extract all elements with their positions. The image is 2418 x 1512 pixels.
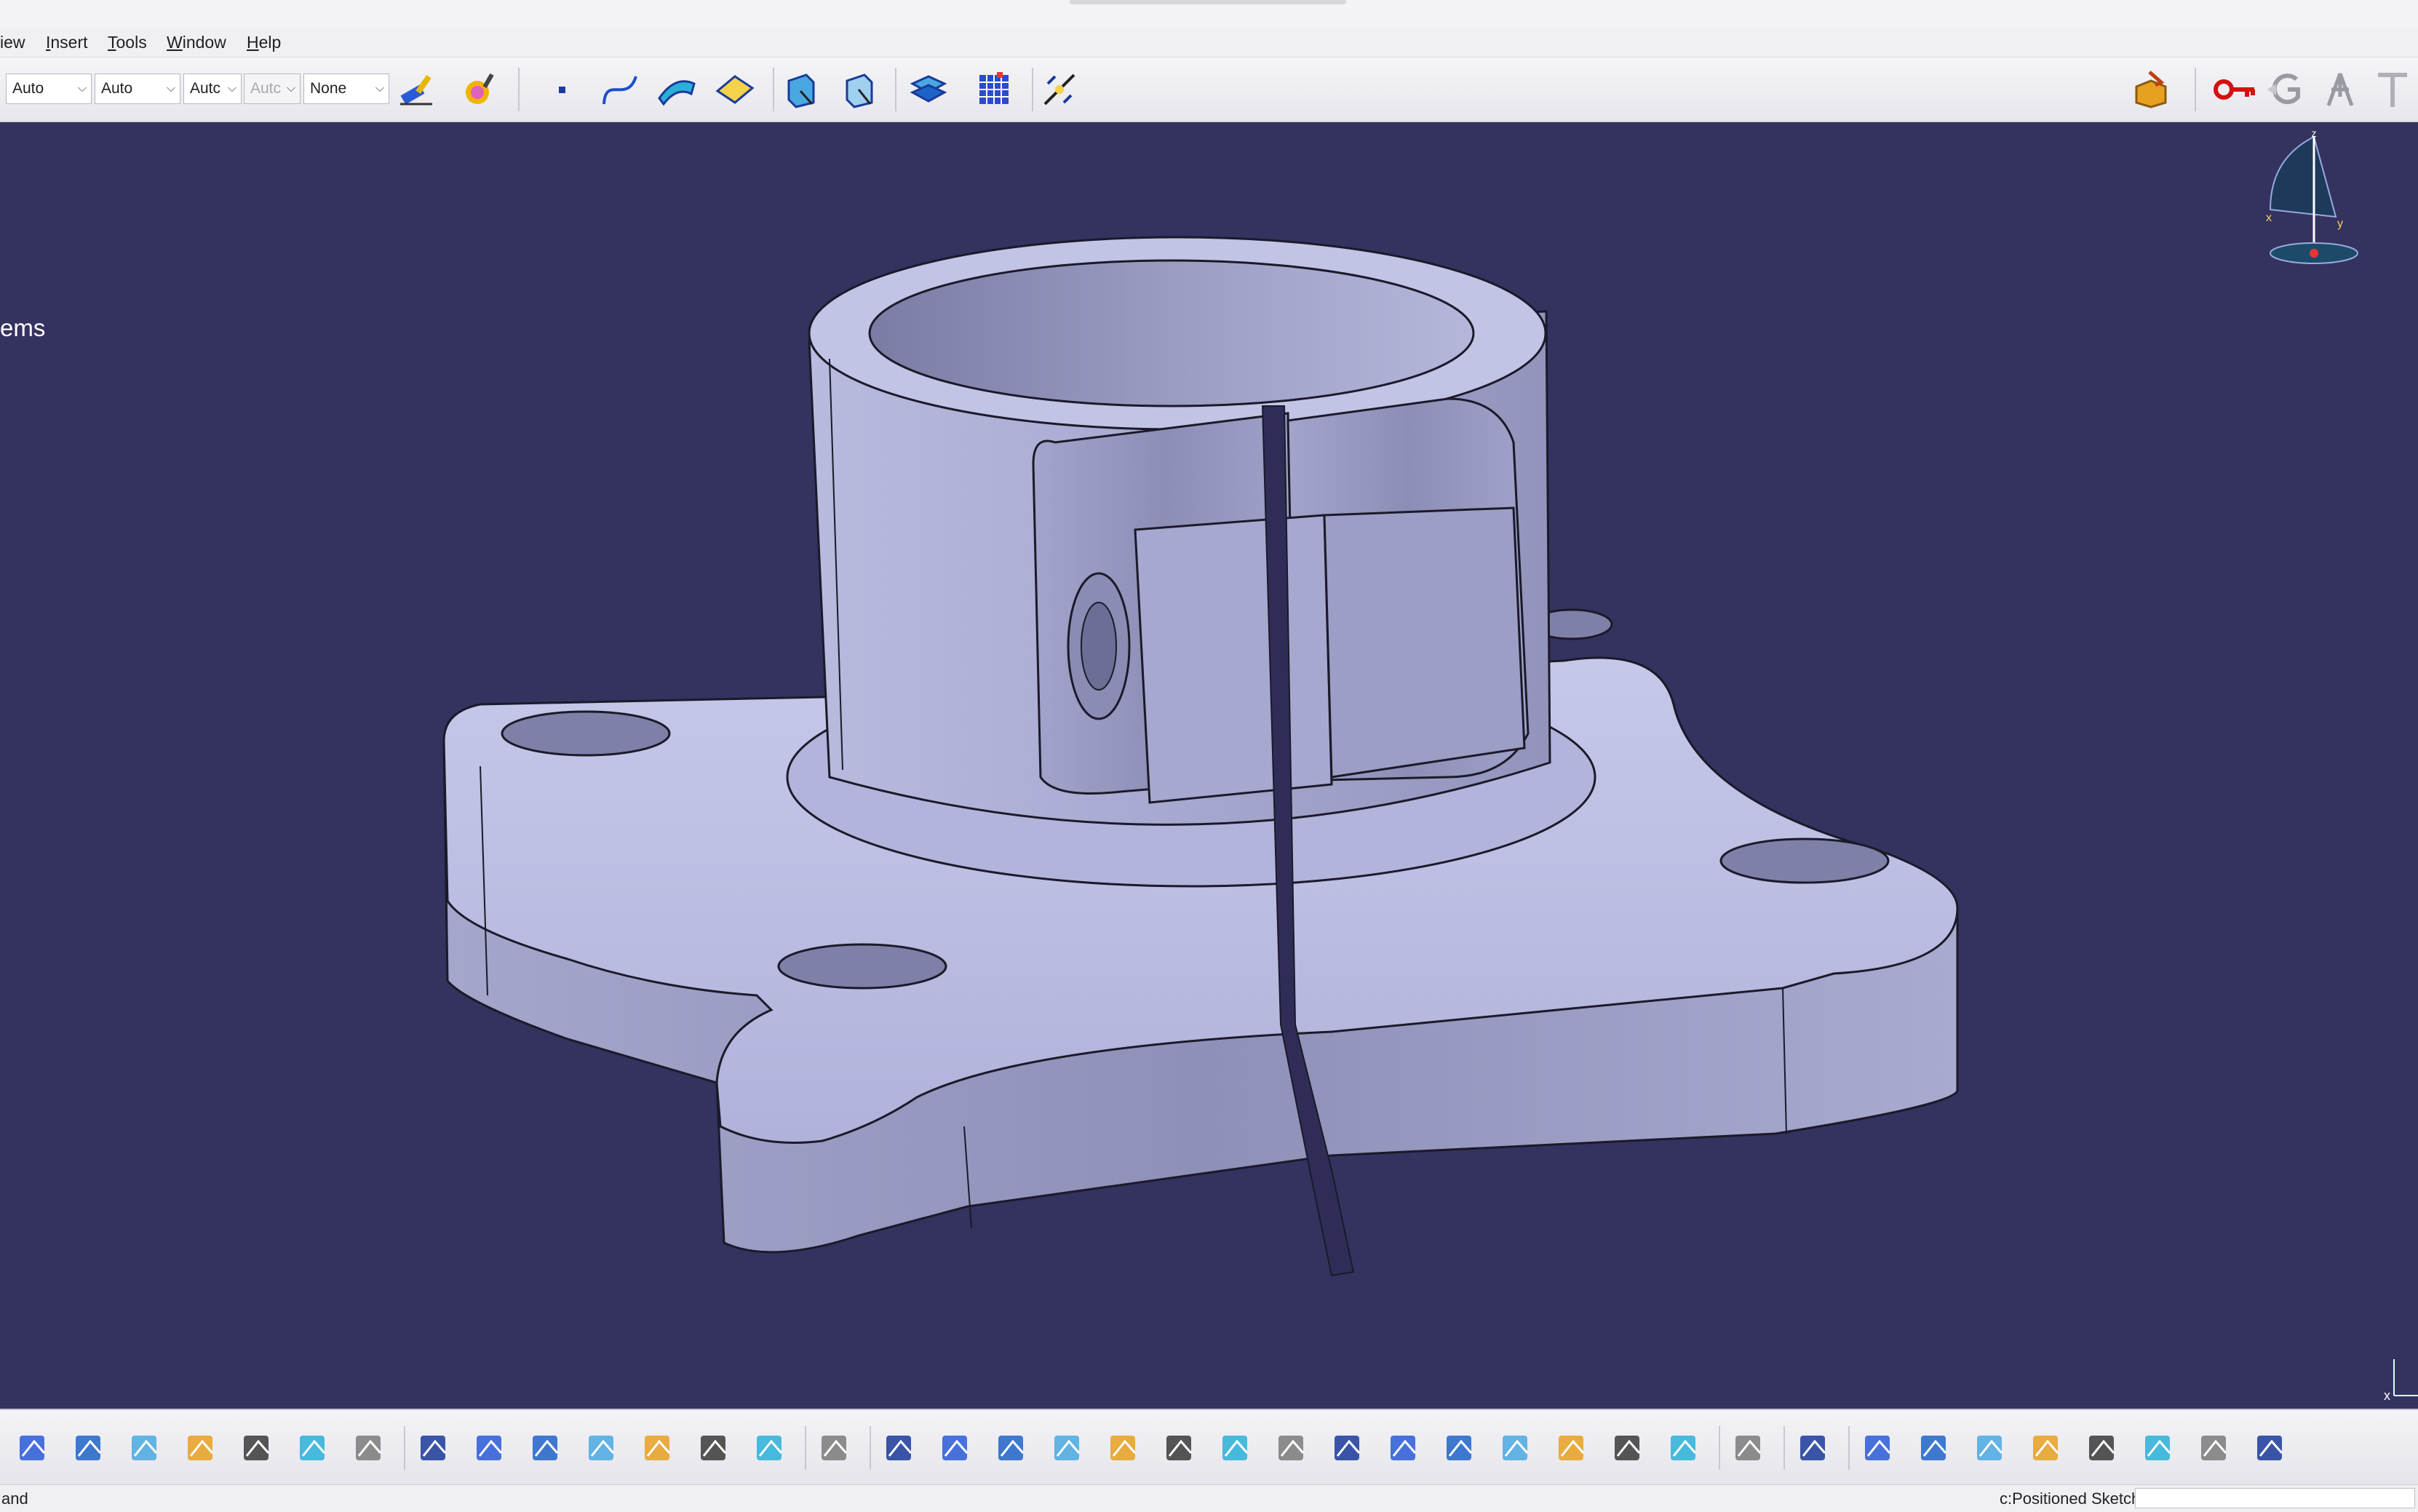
zoom-out-icon[interactable] xyxy=(1101,1425,1148,1471)
weight-icon[interactable] xyxy=(1661,1425,1708,1471)
snap-icon[interactable] xyxy=(1036,66,1083,113)
plane-icon[interactable] xyxy=(712,66,758,113)
lock-icon[interactable] xyxy=(691,1425,738,1471)
axis-system-icon[interactable] xyxy=(1968,1425,2014,1471)
knowledge-icon[interactable] xyxy=(747,1425,794,1471)
menu-bar: iew Insert Tools Window Help xyxy=(0,28,2418,57)
multi-view-icon[interactable] xyxy=(907,66,953,113)
toolbar-separator xyxy=(870,1426,871,1470)
transparency-combo[interactable]: Auto ⌵ xyxy=(95,73,180,104)
linetype-combo[interactable]: Autc ⌵ xyxy=(183,73,242,104)
hierarchy-icon[interactable] xyxy=(1791,1425,1837,1471)
hand-icon[interactable] xyxy=(1912,1425,1958,1471)
spline-icon[interactable] xyxy=(597,66,643,113)
normal-view-icon[interactable] xyxy=(1157,1425,1204,1471)
menu-tools[interactable]: Tools xyxy=(108,31,147,54)
paint-roller-icon[interactable] xyxy=(457,66,504,113)
fit-all-icon[interactable] xyxy=(877,1425,923,1471)
toolbar-separator xyxy=(2195,68,2196,111)
table-icon[interactable] xyxy=(579,1425,626,1471)
compass-x-label: x xyxy=(2266,212,2272,224)
capture-icon[interactable] xyxy=(1726,1425,1773,1471)
shading-icon[interactable] xyxy=(1325,1425,1372,1471)
standard-toolbar xyxy=(0,1409,2418,1486)
list-icon[interactable] xyxy=(2192,1425,2238,1471)
inertia-icon[interactable] xyxy=(1605,1425,1652,1471)
formula-icon[interactable] xyxy=(411,1425,458,1471)
swap-visible-icon[interactable] xyxy=(1437,1425,1484,1471)
toolbar-separator xyxy=(1032,68,1033,111)
measure-icon[interactable] xyxy=(1549,1425,1596,1471)
3d-viewport[interactable]: ems z x y x xyxy=(0,122,2418,1409)
command-input[interactable] xyxy=(2135,1488,2415,1508)
compass-z-label: z xyxy=(2312,130,2317,139)
tree-figure-icon[interactable] xyxy=(2317,66,2363,113)
whats-this-icon[interactable] xyxy=(346,1425,393,1471)
iso-view-icon[interactable] xyxy=(1269,1425,1316,1471)
constraint-icon[interactable] xyxy=(2136,1425,2182,1471)
graphic-properties-toolbar: Auto ⌵ Auto ⌵ Autc ⌵ Autc ⌵ None ⌵ xyxy=(0,57,2418,123)
toolbar-separator xyxy=(773,68,774,111)
hide-show-icon[interactable] xyxy=(1381,1425,1428,1471)
paste-icon[interactable] xyxy=(178,1425,225,1471)
color-combo[interactable]: Auto ⌵ xyxy=(6,73,92,104)
toolbar-separator xyxy=(518,68,520,111)
toolbar-separator xyxy=(1719,1426,1720,1470)
grid-icon[interactable] xyxy=(971,66,1017,113)
menu-insert[interactable]: Insert xyxy=(46,31,88,54)
layer-combo[interactable]: None ⌵ xyxy=(303,73,389,104)
catalog-icon[interactable] xyxy=(2128,66,2174,113)
axis-x-label: x xyxy=(2384,1388,2390,1403)
numeric-icon[interactable] xyxy=(2024,1425,2070,1471)
multi-view-icon[interactable] xyxy=(1213,1425,1260,1471)
status-command: c:Positioned Sketch xyxy=(2000,1489,2141,1508)
toolbar-separator xyxy=(805,1426,806,1470)
section-icon[interactable] xyxy=(2080,1425,2126,1471)
rotate-icon[interactable] xyxy=(989,1425,1035,1471)
surface-icon[interactable] xyxy=(653,66,700,113)
iso-view-icon[interactable] xyxy=(777,66,824,113)
menu-view[interactable]: iew xyxy=(0,31,25,54)
toolbar-separator xyxy=(895,68,896,111)
key-icon[interactable] xyxy=(2212,66,2259,113)
comment-icon[interactable] xyxy=(467,1425,514,1471)
zoom-in-icon[interactable] xyxy=(1045,1425,1091,1471)
toolbar-separator xyxy=(1848,1426,1850,1470)
title-bar xyxy=(0,0,2418,28)
compass-icon[interactable]: z x y xyxy=(2256,130,2372,282)
flange-clamp-model[interactable] xyxy=(0,122,2418,1409)
thickness-combo[interactable]: Autc ⌵ xyxy=(244,73,301,104)
bulb-icon[interactable] xyxy=(523,1425,570,1471)
grayed-g-icon[interactable] xyxy=(2263,66,2310,113)
tree-icon[interactable] xyxy=(635,1425,682,1471)
status-bar: and c:Positioned Sketch xyxy=(0,1484,2418,1512)
refresh-icon[interactable] xyxy=(1856,1425,1902,1471)
mechanical-icon[interactable] xyxy=(1493,1425,1540,1471)
cut-icon[interactable] xyxy=(66,1425,113,1471)
undo-icon[interactable] xyxy=(234,1425,281,1471)
normal-view-icon[interactable] xyxy=(835,66,882,113)
print-icon[interactable] xyxy=(10,1425,57,1471)
redo-icon[interactable] xyxy=(290,1425,337,1471)
painter-brush-icon[interactable] xyxy=(394,66,441,113)
plane-icon[interactable] xyxy=(2248,1425,2294,1471)
point-icon[interactable] xyxy=(538,66,585,113)
compass-y-label: y xyxy=(2337,218,2343,230)
text-icon[interactable] xyxy=(2369,66,2416,113)
pan-icon[interactable] xyxy=(933,1425,979,1471)
axis-triad-icon: x xyxy=(2384,1359,2418,1403)
status-message: and xyxy=(1,1489,28,1508)
menu-help[interactable]: Help xyxy=(247,31,281,54)
fly-icon[interactable] xyxy=(812,1425,859,1471)
toolbar-separator xyxy=(404,1426,405,1470)
copy-icon[interactable] xyxy=(122,1425,169,1471)
window-grip[interactable] xyxy=(1070,0,1346,4)
toolbar-separator xyxy=(1783,1426,1785,1470)
menu-window[interactable]: Window xyxy=(167,31,226,54)
tree-item-label[interactable]: ems xyxy=(0,314,45,342)
